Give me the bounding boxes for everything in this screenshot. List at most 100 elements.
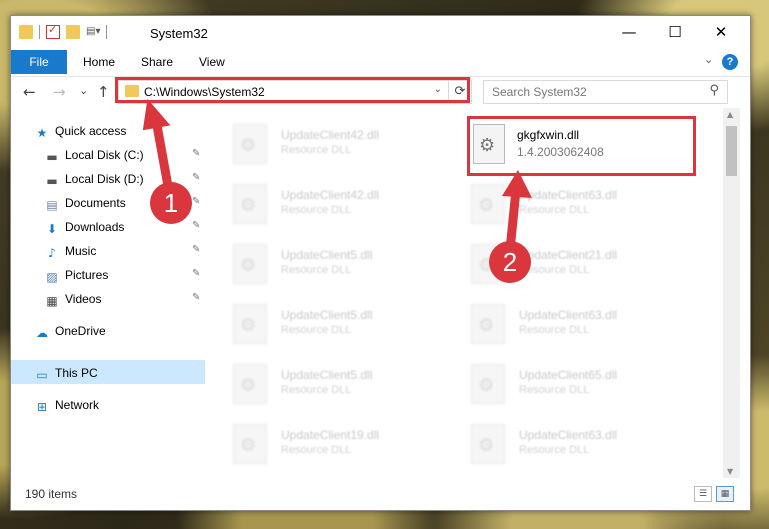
dll-file-icon: [233, 424, 267, 464]
tab-file[interactable]: File: [11, 50, 67, 74]
sidebar-item-label: OneDrive: [55, 324, 106, 338]
sidebar-item-label: Music: [65, 244, 97, 258]
file-name: UpdateClient5.dll: [281, 308, 373, 322]
file-description: Resource DLL: [281, 204, 352, 216]
back-arrow-icon[interactable]: ←: [23, 83, 36, 101]
list-item[interactable]: UpdateClient42.dll Resource DLL: [211, 116, 431, 172]
file-description: Resource DLL: [519, 204, 590, 216]
sidebar-item-local-disk-d[interactable]: ▬ Local Disk (D:): [45, 168, 144, 190]
properties-icon[interactable]: [46, 23, 60, 39]
sidebar-item-this-pc[interactable]: ▭ This PC: [35, 362, 97, 384]
new-folder-icon[interactable]: [66, 25, 80, 39]
pictures-icon: ▨: [46, 270, 58, 284]
list-item[interactable]: UpdateClient5.dll Resource DLL: [211, 356, 431, 412]
pin-icon[interactable]: ✎: [192, 172, 200, 183]
file-description: Resource DLL: [519, 444, 590, 456]
toolbar-divider: [106, 25, 107, 39]
pin-icon[interactable]: ✎: [192, 292, 200, 303]
file-explorer-window: ▤▾ System32 — ☐ ✕ File Home Share View ⌄…: [10, 15, 751, 511]
quick-access-toolbar: ▤▾: [19, 23, 107, 39]
search-placeholder: Search System32: [492, 85, 587, 99]
scroll-down-icon[interactable]: ▼: [727, 467, 733, 476]
search-input[interactable]: Search System32 ⚲: [483, 80, 728, 104]
file-description: Resource DLL: [281, 444, 352, 456]
sidebar-item-label: Pictures: [65, 268, 109, 282]
customize-toolbar-icon[interactable]: ▤▾: [86, 25, 100, 39]
scroll-up-icon[interactable]: ▲: [727, 110, 733, 119]
forward-arrow-icon[interactable]: →: [53, 83, 66, 101]
step-marker-1: 1: [150, 182, 192, 224]
tab-view[interactable]: View: [199, 50, 225, 74]
list-item[interactable]: UpdateClient19.dll Resource DLL: [211, 416, 431, 472]
dll-file-icon: [471, 364, 505, 404]
file-name: UpdateClient42.dll: [281, 188, 380, 202]
file-name: UpdateClient63.dll: [519, 188, 618, 202]
videos-icon: ▦: [46, 294, 58, 308]
computer-icon: ▭: [36, 368, 48, 382]
drive-icon: ▬: [46, 174, 58, 188]
sidebar-item-label: Local Disk (D:): [65, 172, 144, 186]
toolbar-divider: [39, 25, 40, 39]
sidebar-item-quick-access[interactable]: ★ Quick access: [35, 120, 127, 142]
scrollbar-thumb[interactable]: [726, 126, 737, 176]
sidebar-item-onedrive[interactable]: ☁ OneDrive: [35, 320, 106, 342]
sidebar-item-videos[interactable]: ▦ Videos: [45, 288, 101, 310]
dll-file-icon: [233, 124, 267, 164]
list-item[interactable]: UpdateClient5.dll Resource DLL: [211, 236, 431, 292]
pin-icon[interactable]: ✎: [192, 196, 200, 207]
dll-file-icon: [471, 424, 505, 464]
sidebar-item-label: Documents: [65, 196, 126, 210]
list-item[interactable]: UpdateClient63.dll Resource DLL: [449, 296, 669, 352]
sidebar-item-label: Downloads: [65, 220, 125, 234]
minimize-button[interactable]: —: [606, 16, 652, 48]
sidebar-item-local-disk-c[interactable]: ▬ Local Disk (C:): [45, 144, 144, 166]
dll-file-icon: [233, 304, 267, 344]
close-button[interactable]: ✕: [698, 16, 744, 48]
pin-icon[interactable]: ✎: [192, 148, 200, 159]
list-item[interactable]: UpdateClient65.dll Resource DLL: [449, 356, 669, 412]
sidebar-item-label: Videos: [65, 292, 102, 306]
pin-icon[interactable]: ✎: [192, 244, 200, 255]
item-count: 190 items: [25, 487, 78, 501]
file-name: UpdateClient19.dll: [281, 428, 380, 442]
list-item[interactable]: UpdateClient5.dll Resource DLL: [211, 296, 431, 352]
dll-file-icon: [233, 364, 267, 404]
file-description: Resource DLL: [519, 324, 590, 336]
file-name: UpdateClient5.dll: [281, 368, 373, 382]
title-bar: ▤▾ System32 — ☐ ✕: [11, 16, 750, 50]
tab-home[interactable]: Home: [83, 50, 115, 74]
maximize-button[interactable]: ☐: [652, 16, 698, 48]
sidebar-item-label: Local Disk (C:): [65, 148, 144, 162]
dll-file-icon: [471, 304, 505, 344]
step-marker-2: 2: [489, 241, 531, 283]
window-title: System32: [150, 26, 208, 41]
pin-icon[interactable]: ✎: [192, 268, 200, 279]
file-description: Resource DLL: [519, 384, 590, 396]
tab-share[interactable]: Share: [141, 50, 173, 74]
list-item[interactable]: UpdateClient42.dll Resource DLL: [211, 176, 431, 232]
up-arrow-icon[interactable]: ↑: [97, 83, 110, 101]
pin-icon[interactable]: ✎: [192, 220, 200, 231]
vertical-scrollbar[interactable]: ▲ ▼: [723, 108, 740, 478]
sidebar-item-downloads[interactable]: ⬇ Downloads: [45, 216, 124, 238]
file-name: UpdateClient42.dll: [281, 128, 380, 142]
sidebar-item-network[interactable]: ⊞ Network: [35, 394, 99, 416]
sidebar-item-music[interactable]: ♪ Music: [45, 240, 96, 262]
list-item[interactable]: UpdateClient63.dll Resource DLL: [449, 416, 669, 472]
expand-ribbon-icon[interactable]: ⌄: [704, 53, 713, 66]
list-item[interactable]: UpdateClient63.dll Resource DLL: [449, 176, 669, 232]
navigation-bar: ← → ⌄ ↑ C:\Windows\System32 ⌄ ⟳ Search S…: [11, 76, 750, 107]
star-icon: ★: [36, 126, 48, 140]
file-description: Resource DLL: [281, 324, 352, 336]
file-description: Resource DLL: [281, 384, 352, 396]
sidebar-item-documents[interactable]: ▤ Documents: [45, 192, 126, 214]
address-highlight-box: [115, 77, 470, 103]
help-icon[interactable]: ?: [722, 54, 738, 70]
status-bar: 190 items ☰ ▦: [11, 482, 750, 510]
recent-locations-icon[interactable]: ⌄: [79, 84, 88, 97]
details-view-icon[interactable]: ☰: [694, 486, 712, 502]
network-icon: ⊞: [36, 400, 48, 414]
tiles-view-icon[interactable]: ▦: [716, 486, 734, 502]
sidebar-item-pictures[interactable]: ▨ Pictures: [45, 264, 108, 286]
list-item[interactable]: UpdateClient21.dll Resource DLL: [449, 236, 669, 292]
